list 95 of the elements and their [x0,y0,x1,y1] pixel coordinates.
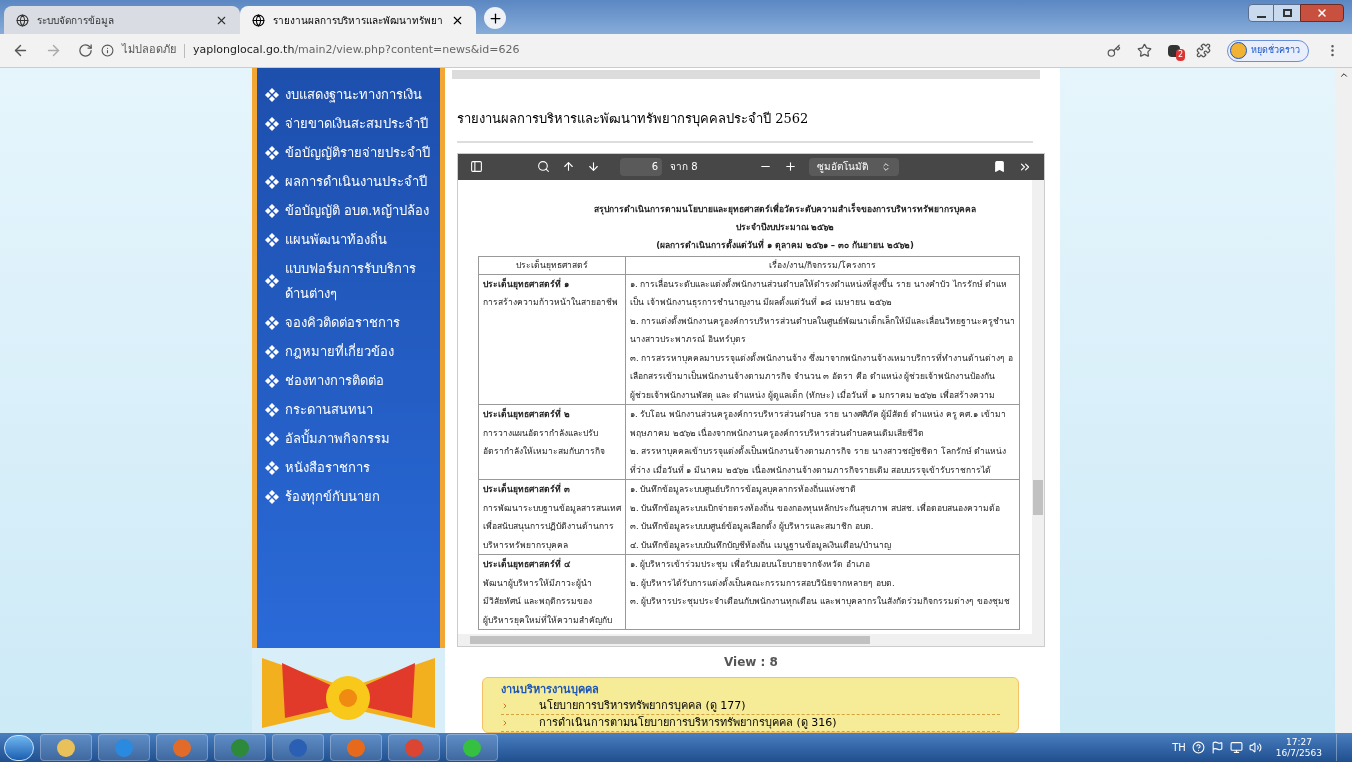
maximize-button[interactable] [1274,4,1300,22]
diamond-bullet-icon [265,344,279,359]
page-number-field[interactable]: 6 [620,157,662,176]
table-cell: ๑. การเลื่อนระดับและแต่งตั้งพนักงานส่วนตำบลให้ดำรงตำแหน่งที่สูงขึ้น ราย นางคำบัว ไกรรักษ์ ตำแห เป็น เจ้าพนักงานธุรการชำนาญงาน มีผลตั้งแต่วันที่ ๑๘ เมษายน ๒๕๖๒ ๒. การแต่งตั้งพนักงานครูองค์การบริหารส่วนตำบลในศูนย์พัฒนาเด็กเล็กให้มีและเลื่อนวิทยฐานะครูชำนา นางสาวประพาภรณ์ อินทร์บุตร ๓. การสรรหาบุคคลมาบรรจุแต่งตั้งพนักงานจ้าง ซึ่งมาจากพนักงานจ้างเหมาบริการที่ทำงานด้านต่างๆ อ เลือกสรรเข้ามาเป็นพนักงานจ้างตามภารกิจ จำนวน ๓ อัตรา คือ ตำแหน่ง ผู้ช่วยเจ้าพนักงานป้องกัน ผู้ช่วยเจ้าพนักงานพัสดุ และ ตำแหน่ง ผู้ดูแลเด็ก (ทักษะ) เมื่อวันที่ ๑ มกราคม ๒๕๖๒ เพื่อสร้างความ [625,274,1020,405]
document-heading: (ผลการดำเนินการตั้งแต่วันที่ ๑ ตุลาคม ๒๕๖๑ – ๓๐ กันยายน ๒๕๖๒) [655,238,915,253]
reload-icon[interactable] [78,43,93,58]
diamond-bullet-icon [265,402,279,417]
arrow-down-icon[interactable] [587,160,600,173]
sidebar-item[interactable]: จ่ายขาดเงินสะสมประจำปี [265,111,434,136]
taskbar-app-button[interactable] [40,734,92,761]
diamond-bullet-icon [265,116,279,131]
new-tab-button[interactable] [484,7,506,29]
sidebar-item[interactable]: งบแสดงฐานะทางการเงิน [265,82,434,107]
sidebar-item[interactable]: ช่องทางการติดต่อ [265,368,434,393]
bookmark-icon[interactable] [993,160,1006,173]
profile-button[interactable]: หยุดชั่วคราว [1227,39,1309,62]
info-icon [101,44,114,57]
url-text: yaplonglocal.go.th/main2/view.php?content=news&id=626 [193,42,520,59]
flag-icon[interactable] [1210,741,1224,754]
vertical-scrollbar[interactable] [1032,179,1044,646]
security-label: ไม่ปลอดภัย [122,42,176,59]
related-link[interactable]: นโยบายการบริหารทรัพยากรบุคคล (ดู 177) [539,698,746,714]
browser-tab[interactable]: ระบบจัดการข้อมูล [4,6,240,34]
document-heading: ประจำปีงบประมาณ ๒๕๖๒ [734,220,836,234]
puzzle-icon[interactable] [1196,43,1211,58]
sidebar-item[interactable]: ผลการดำเนินงานประจำปี [265,169,434,194]
table-cell: ประเด็นยุทธศาสตร์ที่ ๓ การพัฒนาระบบฐานข้อมูลสารสนเทศ เพื่อสนับสนุนการปฏิบัติงานด้านการ บริหารทรัพยากรบุคคล [478,479,626,555]
zoom-in-icon[interactable] [784,160,797,173]
tab-title: รายงานผลการบริหารและพัฒนาทรัพยา [273,13,443,28]
sidebar-toggle-icon[interactable] [470,160,483,173]
diamond-bullet-icon [265,87,279,102]
sidebar-item[interactable]: อัลบั้มภาพกิจกรรม [265,426,434,451]
updown-icon [881,161,891,172]
diamond-bullet-icon [265,489,279,504]
table-cell: ประเด็นยุทธศาสตร์ที่ ๑ การสร้างความก้าวหน้าในสายอาชีพ [478,274,626,405]
arrow-up-icon[interactable] [562,160,575,173]
minimize-button[interactable] [1248,4,1274,22]
table-cell: ประเด็นยุทธศาสตร์ที่ ๔ พัฒนาผู้บริหารให้มีภาวะผู้นำ มีวิสัยทัศน์ และพฤติกรรมของ ผู้บริหารยุคใหม่ที่ให้ความสำคัญกับ [478,554,626,630]
zoom-select[interactable]: ซูมอัตโนมัติ [809,157,899,176]
globe-icon [16,13,29,27]
arrow-up-icon[interactable] [1338,70,1349,80]
extension-icon[interactable] [1168,44,1180,57]
document-heading: สรุปการดำเนินการตามนโยบายและยุทธศาสตร์เพื่อวัดระดับความสำเร็จของการบริหารทรัพยากรบุคคล [593,201,977,217]
avatar-icon [1230,42,1247,59]
sidebar-item[interactable]: ข้อบัญญัติรายจ่ายประจำปี [265,140,434,165]
diamond-bullet-icon [265,431,279,446]
table-cell: ๑. ผู้บริหารเข้าร่วมประชุม เพื่อรับมอบนโยบายจากจังหวัด อำเภอ ๒. ผู้บริหารได้รับการแต่งตั้งเป็นคณะกรรมการสอบวินัยจากหลายๆ อบต. ๓. ผู้บริหารประชุมประจำเดือนกับพนักงานทุกเดือน และพาบุคลากรในสังกัดร่วมกิจกรรมต่างๆ ของชุมช [625,554,1020,630]
bullet-icon [501,719,509,727]
close-window-button[interactable] [1300,4,1344,22]
tab-title: ระบบจัดการข้อมูล [37,13,115,28]
page-scrollbar[interactable] [1335,68,1352,733]
sidebar-item[interactable]: ร้องทุกข์กับนายก [265,484,434,509]
search-icon[interactable] [537,160,550,173]
sidebar-item[interactable]: กระดานสนทนา [265,397,434,422]
column-header: ประเด็นยุทธศาสตร์ [478,256,626,274]
page-total: จาก 8 [670,160,698,174]
close-icon [1316,7,1328,19]
diamond-bullet-icon [265,203,279,218]
sidebar-item[interactable]: แผนพัฒนาท้องถิ่น [265,227,434,252]
diamond-bullet-icon [265,232,279,247]
extension-badge: 2 [1175,48,1185,61]
diamond-bullet-icon [265,373,279,388]
network-icon[interactable] [1229,741,1243,754]
back-icon[interactable] [12,42,29,59]
bookmark-star-icon[interactable] [1137,43,1152,58]
sidebar-item[interactable]: แบบฟอร์มการรับบริการด้านต่างๆ [265,256,434,306]
bullet-icon [501,702,509,710]
table-cell: ๑. บันทึกข้อมูลระบบศูนย์บริการข้อมูลบุคลากรท้องถิ่นแห่งชาติ ๒. บันทึกข้อมูลระบบเบิกจ่ายตรงท้องถิ่น ของกองทุนหลักประกันสุขภาพ สปสช. เพื่อตอบสนองความต้อ ๓. บันทึกข้อมูลระบบบศูนย์ข้อมูลเลือกตั้ง ผู้บริหารและสมาชิก อบต. ๔. บันทึกข้อมูลระบบบันทึกบัญชีท้องถิ่น เมนูฐานข้อมูลเงินเดือน/บำนาญ [625,479,1020,555]
sidebar-item[interactable]: จองคิวติดต่อราชการ [265,310,434,335]
globe-icon [252,13,265,27]
help-icon[interactable] [1191,741,1205,754]
article-title: รายงานผลการบริหารและพัฒนาทรัพยากรบุคคลประจำปี 2562 [457,109,1033,143]
diamond-bullet-icon [265,460,279,475]
table-cell: ประเด็นยุทธศาสตร์ที่ ๒ การวางแผนอัตรากำลังและปรับ อัตรากำลังให้เหมาะสมกับภารกิจ [478,404,626,480]
taskbar-app-button[interactable] [272,734,324,761]
browser-tab[interactable]: รายงานผลการบริหารและพัฒนาทรัพยา [240,6,476,34]
horizontal-scrollbar[interactable] [458,633,1032,646]
language-indicator[interactable]: TH [1172,740,1186,755]
related-link[interactable]: การดำเนินการตามนโยบายการบริหารทรัพยากรบุคคล (ดู 316) [539,715,837,731]
volume-icon[interactable] [1248,741,1262,754]
diamond-bullet-icon [265,315,279,330]
plus-icon [487,10,503,26]
table-cell: ๑. รับโอน พนักงานส่วนครูองค์การบริหารส่วนตำบล ราย นางศศิภัค ผู้มีสัตย์ ตำแหน่ง ครู คศ.๑ เข้ามา พฤษภาคม ๒๕๖๒ เนื่องจากพนักงานครูองค์การบริหารส่วนตำบลคนเดิมเสียชีวิต ๒. สรรหาบุคคลเข้าบรรจุแต่งตั้งเป็นพนักงานจ้างตามภารกิจ ราย นางสาวชญัชชิดา โลกรักษ์ ตำแหน่ง ที่ว่าง เมื่อวันที่ ๑ มีนาคม ๒๕๖๒ เนื่องพนักงานจ้างตามภารกิจรายเดิม สอบบรรจุเข้ารับราชการได้ [625,404,1020,480]
sidebar-item[interactable]: หนังสือราชการ [265,455,434,480]
sidebar-item[interactable]: ข้อบัญญัติ อบต.หญ้าปล้อง [265,198,434,223]
start-button[interactable] [4,734,34,761]
view-count: View : 8 [723,653,779,671]
sidebar-item[interactable]: กฎหมายที่เกี่ยวข้อง [265,339,434,364]
clock[interactable]: 17:27 16/7/2563 [1267,736,1330,759]
diamond-bullet-icon [265,274,279,288]
panel-title: งานบริหารงานบุคคล [501,681,600,698]
diamond-bullet-icon [265,174,279,189]
column-header: เรื่อง/งาน/กิจกรรม/โครงการ [625,256,1020,274]
key-icon[interactable] [1107,43,1121,58]
diamond-bullet-icon [265,145,279,160]
